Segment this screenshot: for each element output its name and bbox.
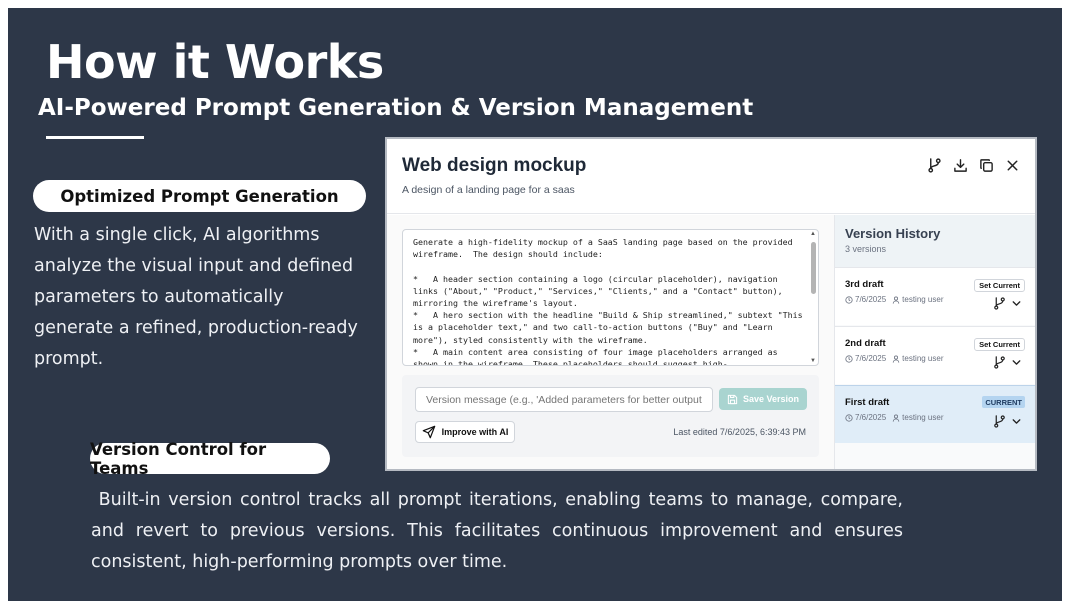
branch-icon[interactable] [993, 356, 1006, 369]
scroll-up-icon[interactable]: ▲ [810, 231, 816, 237]
version-control-text: Built-in version control tracks all prom… [91, 490, 903, 572]
clock-icon [845, 413, 853, 422]
header-actions [926, 157, 1020, 173]
scroll-thumb[interactable] [811, 242, 816, 294]
version-date: 7/6/2025 [855, 413, 887, 422]
version-name: 2nd draft [845, 338, 886, 349]
chevron-down-icon[interactable] [1010, 356, 1023, 369]
version-name: First draft [845, 397, 890, 408]
version-user: testing user [902, 354, 944, 363]
version-controls: Save Version Improve with AI Last edited… [402, 375, 819, 457]
app-title: Web design mockup [402, 155, 587, 176]
app-header: Web design mockup A design of a landing … [387, 139, 1035, 214]
version-user: testing user [902, 413, 944, 422]
version-history-panel: Version History 3 versions 3rd draft 7/6… [834, 215, 1035, 469]
send-icon [422, 425, 435, 439]
last-edited: Last edited 7/6/2025, 6:39:43 PM [673, 427, 806, 437]
version-history-header: Version History 3 versions [835, 215, 1035, 267]
user-icon [892, 414, 900, 422]
prompt-text[interactable]: Generate a high-fidelity mockup of a Saa… [413, 236, 805, 365]
version-count: 3 versions [845, 244, 887, 254]
scrollbar[interactable]: ▲ ▼ [808, 230, 818, 365]
scroll-down-icon[interactable]: ▼ [810, 358, 816, 364]
app-screenshot: Web design mockup A design of a landing … [385, 137, 1037, 471]
set-current-button[interactable]: Set Current [974, 279, 1025, 292]
branch-icon[interactable] [926, 157, 942, 173]
chevron-down-icon[interactable] [1010, 297, 1023, 310]
clock-icon [845, 295, 853, 304]
version-actions [993, 415, 1023, 428]
clock-icon [845, 354, 853, 363]
branch-icon[interactable] [993, 415, 1006, 428]
version-date: 7/6/2025 [855, 295, 887, 304]
user-icon [892, 355, 900, 363]
chevron-down-icon[interactable] [1010, 415, 1023, 428]
version-history-title: Version History [845, 226, 941, 241]
prompt-textarea[interactable]: Generate a high-fidelity mockup of a Saa… [402, 229, 819, 366]
title-underline [46, 136, 144, 139]
version-date: 7/6/2025 [855, 354, 887, 363]
prompt-generation-heading: Optimized Prompt Generation [33, 180, 366, 212]
version-item[interactable]: 2nd draft 7/6/2025 testing user Set Curr… [835, 326, 1035, 384]
copy-icon[interactable] [978, 157, 994, 173]
version-meta: 7/6/2025 testing user [845, 354, 944, 363]
set-current-button[interactable]: Set Current [974, 338, 1025, 351]
prompt-generation-text: With a single click, AI algorithms analy… [34, 225, 358, 369]
slide-title: How it Works [46, 35, 384, 89]
version-actions [993, 356, 1023, 369]
version-item-current[interactable]: First draft 7/6/2025 testing user CURREN… [835, 385, 1035, 443]
improve-with-ai-button[interactable]: Improve with AI [415, 421, 515, 443]
save-icon [727, 394, 738, 404]
close-icon[interactable] [1004, 157, 1020, 173]
editor-panel: Generate a high-fidelity mockup of a Saa… [387, 215, 834, 469]
slide-subtitle: AI-Powered Prompt Generation & Version M… [38, 95, 754, 121]
user-icon [892, 296, 900, 304]
version-item[interactable]: 3rd draft 7/6/2025 testing user Set Curr… [835, 267, 1035, 325]
version-name: 3rd draft [845, 279, 884, 290]
version-actions [993, 297, 1023, 310]
version-meta: 7/6/2025 testing user [845, 413, 944, 422]
save-version-button[interactable]: Save Version [719, 388, 807, 410]
version-message-input[interactable] [415, 387, 713, 412]
app-description: A design of a landing page for a saas [402, 184, 575, 196]
branch-icon[interactable] [993, 297, 1006, 310]
current-badge: CURRENT [982, 396, 1025, 408]
save-version-label: Save Version [742, 394, 800, 404]
version-user: testing user [902, 295, 944, 304]
download-icon[interactable] [952, 157, 968, 173]
version-control-heading: Version Control for Teams [90, 440, 330, 478]
version-meta: 7/6/2025 testing user [845, 295, 944, 304]
improve-label: Improve with AI [441, 427, 509, 437]
